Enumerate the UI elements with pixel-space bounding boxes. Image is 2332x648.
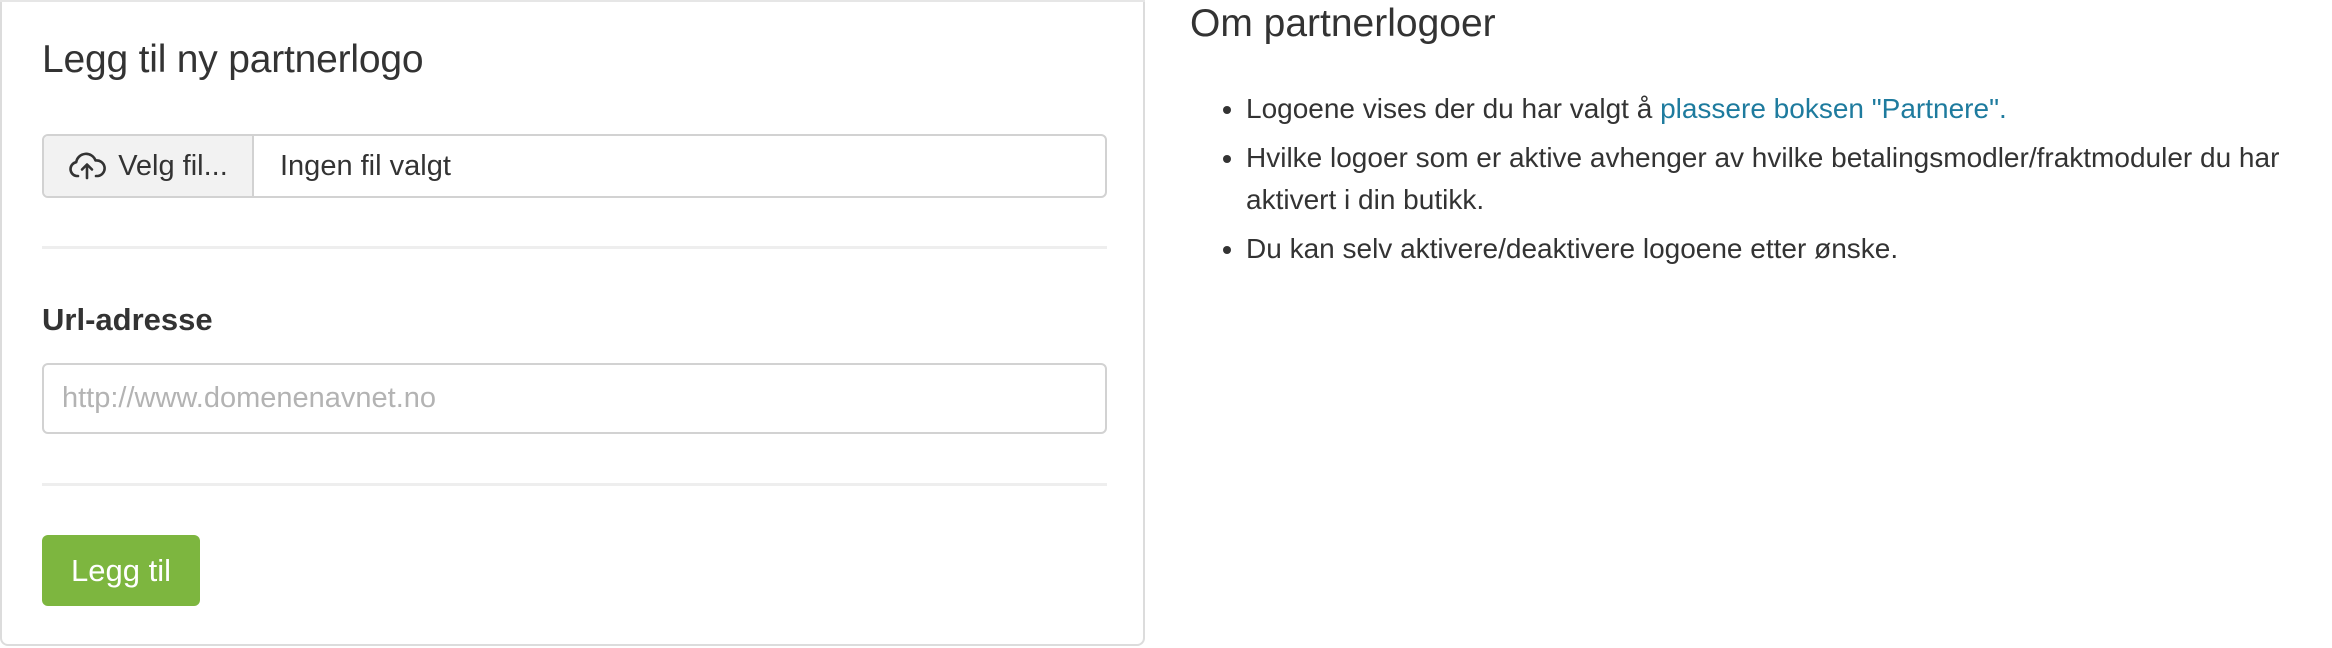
info-list: Logoene vises der du har valgt å plasser… (1190, 88, 2330, 277)
add-partner-logo-card: Legg til ny partnerlogo Velg fil... Inge… (0, 0, 1145, 646)
list-item-text: Du kan selv aktivere/deaktivere logoene … (1246, 233, 1899, 264)
list-item-text: Hvilke logoer som er aktive avhenger av … (1246, 142, 2280, 215)
choose-file-button[interactable]: Velg fil... (44, 136, 254, 196)
place-partners-box-link[interactable]: plassere boksen "Partnere". (1660, 93, 2007, 124)
divider (42, 246, 1107, 249)
card-title: Legg til ny partnerlogo (42, 38, 424, 81)
file-upload-field[interactable]: Velg fil... Ingen fil valgt (42, 134, 1107, 198)
list-item: Logoene vises der du har valgt å plasser… (1246, 88, 2330, 130)
list-item: Hvilke logoer som er aktive avhenger av … (1246, 137, 2330, 221)
choose-file-label: Velg fil... (118, 149, 228, 182)
list-item-text: Logoene vises der du har valgt å (1246, 93, 1661, 124)
cloud-upload-icon (68, 151, 107, 181)
list-item: Du kan selv aktivere/deaktivere logoene … (1246, 228, 2330, 270)
url-label: Url-adresse (42, 302, 213, 337)
divider (42, 483, 1107, 486)
selected-file-name: Ingen fil valgt (280, 149, 451, 182)
info-title: Om partnerlogoer (1190, 2, 1496, 45)
url-input[interactable] (42, 363, 1107, 434)
add-button[interactable]: Legg til (42, 535, 200, 606)
page: Legg til ny partnerlogo Velg fil... Inge… (0, 0, 2332, 648)
